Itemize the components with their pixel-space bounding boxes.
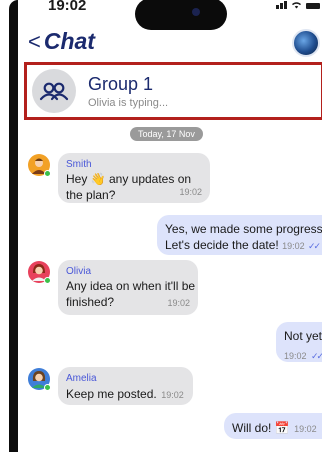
message-time: 19:02 xyxy=(179,187,202,197)
online-indicator xyxy=(44,384,51,391)
message-time: 19:02 xyxy=(294,424,317,434)
message-time: 19:02 xyxy=(167,298,190,308)
profile-avatar[interactable] xyxy=(292,29,320,57)
avatar-amelia[interactable] xyxy=(28,368,51,391)
avatar-olivia[interactable] xyxy=(28,261,51,284)
signal-icon xyxy=(276,1,287,9)
status-time: 19:02 xyxy=(48,0,87,14)
message-bubble-outgoing[interactable]: Yes, we made some progress. Let's decide… xyxy=(157,215,322,255)
typing-indicator: Olivia is typing... xyxy=(88,96,169,109)
message-time: 19:02 xyxy=(161,390,184,400)
date-separator: Today, 17 Nov xyxy=(130,127,203,141)
message-bubble-olivia[interactable]: Olivia Any idea on when it'll be finishe… xyxy=(58,260,198,315)
group-header[interactable]: Group 1 Olivia is typing... xyxy=(24,62,322,120)
message-text: Keep me posted. xyxy=(66,387,157,401)
nav-title: Chat xyxy=(43,28,95,54)
sender-name: Smith xyxy=(66,159,92,170)
battery-icon xyxy=(306,3,320,9)
message-time: 19:02 xyxy=(282,241,305,251)
message-time: 19:02 xyxy=(284,351,307,361)
group-avatar xyxy=(32,69,76,113)
sender-name: Amelia xyxy=(66,373,97,384)
message-text-line1: Yes, we made some progress. xyxy=(165,222,322,236)
message-bubble-smith[interactable]: Smith Hey 👋 any updates on the plan? 19:… xyxy=(58,153,210,203)
message-bubble-outgoing[interactable]: Not yet 19:02 ✓✓ xyxy=(276,322,322,362)
read-receipt-icon: ✓✓ xyxy=(307,241,321,251)
sender-name: Olivia xyxy=(66,266,92,277)
group-users-icon xyxy=(39,82,69,101)
message-text: Not yet xyxy=(284,329,322,343)
dynamic-island xyxy=(135,0,227,30)
status-icons xyxy=(276,1,320,9)
message-bubble-outgoing[interactable]: Will do! 📅 19:02 ✓✓ xyxy=(224,413,322,439)
wifi-icon xyxy=(292,2,301,9)
wave-emoji: 👋 xyxy=(90,172,106,186)
chat-screen: 19:02 < Chat Group 1 Olivia is typing...… xyxy=(18,0,322,452)
back-chevron-icon: < xyxy=(28,29,41,54)
message-text-line1: Any idea on when it'll be xyxy=(66,279,196,293)
read-receipt-icon: ✓✓ xyxy=(310,351,322,361)
message-bubble-amelia[interactable]: Amelia Keep me posted. 19:02 xyxy=(58,367,193,405)
message-text-line2: Let's decide the date! xyxy=(165,238,279,252)
avatar-smith[interactable] xyxy=(28,154,51,177)
phone-bezel xyxy=(9,0,18,452)
calendar-emoji: 📅 xyxy=(274,421,290,435)
message-text: Will do! xyxy=(232,421,275,435)
online-indicator xyxy=(44,170,51,177)
back-button[interactable]: < Chat xyxy=(28,28,95,55)
nav-bar: < Chat xyxy=(18,28,322,60)
group-name: Group 1 xyxy=(88,73,154,94)
camera-icon xyxy=(192,8,200,16)
online-indicator xyxy=(44,277,51,284)
